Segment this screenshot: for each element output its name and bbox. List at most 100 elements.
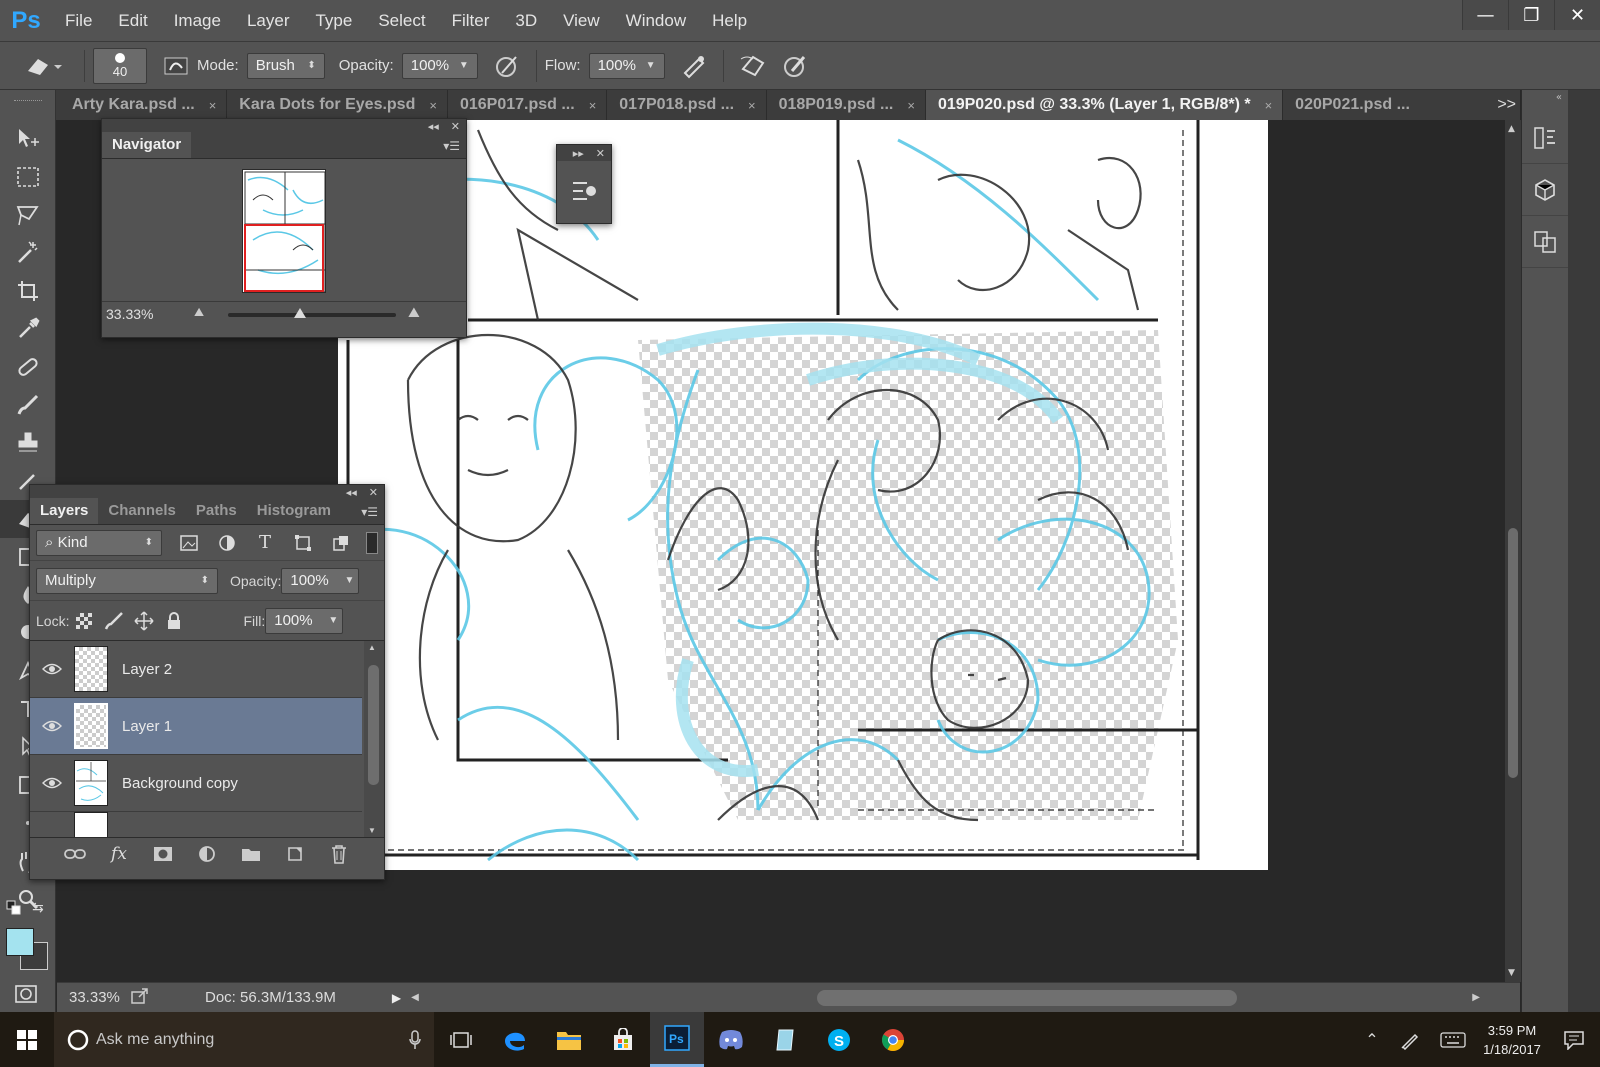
restore-button[interactable]: ❐ [1508,0,1554,30]
paragraph-styles-panel-icon[interactable] [1522,216,1568,268]
close-panel-icon[interactable]: ✕ [451,120,460,133]
foreground-color-swatch[interactable] [6,928,34,956]
export-icon[interactable] [131,987,161,1008]
cortana-search-box[interactable]: Ask me anything [54,1012,434,1067]
collapse-panel-icon[interactable]: ◂◂ [346,486,357,499]
erase-to-history-icon[interactable] [738,51,768,81]
document-canvas[interactable] [338,120,1268,870]
layer-row-background-copy[interactable]: Background copy [30,755,362,812]
microphone-icon[interactable] [408,1029,422,1050]
filter-shape-icon[interactable] [288,528,318,558]
filter-toggle-switch[interactable] [366,531,378,554]
zoom-out-icon[interactable]: ⛰ [194,305,204,320]
action-center-icon[interactable] [1548,1012,1600,1067]
navigator-view-box[interactable] [244,224,324,292]
lock-transparent-icon[interactable] [71,606,97,636]
menu-view[interactable]: View [550,0,613,42]
scroll-down-icon[interactable]: ▼ [368,826,376,835]
scroll-left-icon[interactable]: ◀ [411,992,419,1003]
brush-size-picker[interactable]: 40 [93,47,147,84]
history-panel-icon[interactable] [1522,112,1568,164]
brush-presets-icon[interactable] [557,161,611,205]
crop-tool-icon[interactable] [0,272,56,310]
visibility-eye-icon[interactable] [30,777,74,789]
mode-dropdown[interactable]: Brush ⬍ [246,52,325,79]
pen-tablet-icon[interactable] [1390,1012,1430,1067]
pressure-opacity-icon[interactable] [492,51,522,81]
layers-scroll-thumb[interactable] [368,665,379,785]
move-tool-icon[interactable] [0,120,56,158]
filter-adjustment-icon[interactable] [212,528,242,558]
tab-020p021[interactable]: 020P021.psd ... [1283,90,1420,120]
app-crystal-icon[interactable] [758,1012,812,1067]
navigator-zoom-slider[interactable] [228,308,396,318]
menu-window[interactable]: Window [613,0,699,42]
menu-file[interactable]: File [52,0,105,42]
panel-menu-icon[interactable]: ▾☰ [361,505,378,519]
default-colors-icon[interactable] [6,900,22,920]
new-adjustment-layer-icon[interactable] [192,839,222,869]
tab-kara-dots[interactable]: Kara Dots for Eyes.psd × [227,90,448,120]
eyedropper-tool-icon[interactable] [0,310,56,348]
swap-colors-icon[interactable]: ⇆ [32,900,44,916]
file-explorer-icon[interactable] [542,1012,596,1067]
tab-navigator[interactable]: Navigator [102,132,192,158]
lock-pixels-icon[interactable] [101,606,127,636]
new-group-folder-icon[interactable] [236,839,266,869]
menu-edit[interactable]: Edit [105,0,160,42]
keyboard-icon[interactable] [1430,1012,1476,1067]
menu-select[interactable]: Select [365,0,438,42]
vertical-scrollbar[interactable]: ▲ ▼ [1505,120,1521,982]
expand-panels-icon[interactable]: « [1556,92,1562,103]
quick-mask-icon[interactable] [14,984,38,1008]
horizontal-scroll-thumb[interactable] [817,990,1237,1006]
tab-arty-kara[interactable]: Arty Kara.psd ... × [60,90,228,120]
lock-position-icon[interactable] [131,606,157,636]
tab-histogram[interactable]: Histogram [247,498,341,524]
store-icon[interactable] [596,1012,650,1067]
brush-tool-icon[interactable] [0,386,56,424]
close-panel-icon[interactable]: ✕ [596,147,605,160]
flow-input[interactable]: 100% ▼ [588,52,665,79]
opacity-input[interactable]: 100% ▼ [401,52,478,79]
navigator-thumbnail[interactable] [242,169,326,293]
tab-close-icon[interactable]: × [1265,98,1273,113]
menu-filter[interactable]: Filter [439,0,503,42]
edge-browser-icon[interactable] [488,1012,542,1067]
panel-menu-icon[interactable]: ▾☰ [443,139,460,153]
layers-scrollbar[interactable]: ▲ ▼ [364,641,384,837]
layer-row-partial[interactable] [30,812,362,837]
tab-016p017[interactable]: 016P017.psd ... × [448,90,608,120]
blend-mode-dropdown[interactable]: Multiply ⬍ [36,567,218,594]
delete-layer-trash-icon[interactable] [324,839,354,869]
airbrush-icon[interactable] [679,51,709,81]
scroll-down-icon[interactable]: ▼ [1508,968,1515,978]
filter-smart-object-icon[interactable] [326,528,356,558]
zoom-in-icon[interactable]: ⛰ [408,304,420,321]
filter-type-icon[interactable]: T [250,528,280,558]
brush-panel-icon[interactable] [161,51,191,81]
add-mask-icon[interactable] [148,839,178,869]
layer-filter-dropdown[interactable]: ⌕ Kind ⬍ [36,529,162,556]
link-layers-icon[interactable] [60,839,90,869]
scroll-up-icon[interactable]: ▲ [1508,124,1515,134]
task-view-icon[interactable] [434,1012,488,1067]
eraser-tool-preset-icon[interactable] [18,51,70,81]
scroll-right-icon[interactable]: ▶ [1472,992,1480,1003]
fill-input[interactable]: 100% ▼ [265,607,344,634]
tab-close-icon[interactable]: × [429,98,437,113]
new-layer-icon[interactable] [280,839,310,869]
close-button[interactable]: ✕ [1554,0,1600,30]
navigator-zoom-value[interactable]: 33.33% [106,306,186,322]
filter-pixel-icon[interactable] [174,528,204,558]
scroll-up-icon[interactable]: ▲ [368,643,376,652]
close-panel-icon[interactable]: ✕ [369,486,378,499]
lasso-tool-icon[interactable] [0,196,56,234]
tab-017p018[interactable]: 017P018.psd ... × [607,90,767,120]
layer-row-layer-1[interactable]: Layer 1 [30,698,362,755]
clock[interactable]: 3:59 PM 1/18/2017 [1476,1021,1548,1059]
menu-layer[interactable]: Layer [234,0,303,42]
properties-panel-icon[interactable] [1522,164,1568,216]
expand-panel-icon[interactable]: ▸▸ [573,147,584,160]
status-menu-arrow-icon[interactable]: ▶ [392,991,401,1005]
